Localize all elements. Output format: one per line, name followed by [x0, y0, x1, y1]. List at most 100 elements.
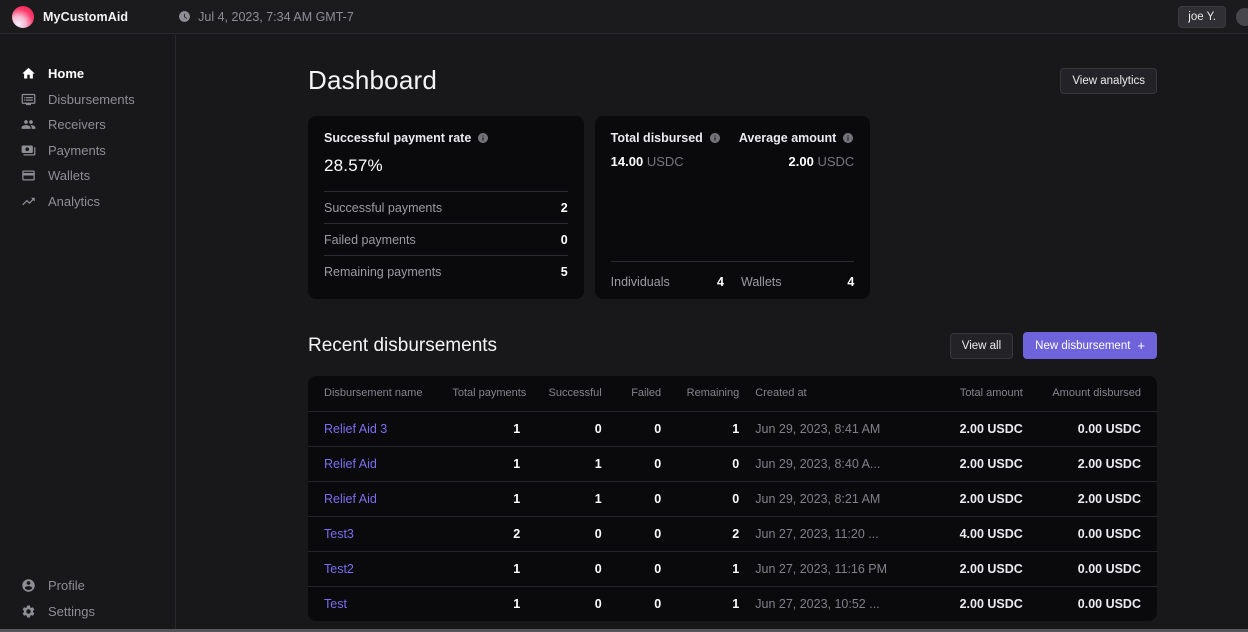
amount-unit: USDC: [647, 154, 684, 169]
clock-icon: [178, 10, 191, 23]
sidebar-item-label: Analytics: [48, 194, 100, 209]
info-icon[interactable]: [477, 132, 489, 144]
amount-number: 14.00: [611, 154, 644, 169]
disbursement-name-cell: Relief Aid: [308, 481, 452, 516]
topbar-right: joe Y.: [1178, 6, 1236, 28]
amount-disbursed-cell: 0.00 USDC: [1023, 551, 1157, 586]
col-total-amount: Total amount: [929, 376, 1022, 411]
disbursement-link[interactable]: Test3: [324, 527, 354, 541]
new-disbursement-button[interactable]: New disbursement +: [1023, 332, 1157, 359]
failed-cell: 0: [602, 481, 661, 516]
wallets-icon: [21, 168, 36, 183]
successful-cell: 1: [520, 446, 602, 481]
table-row: Relief Aid 3 1 0 0 1 Jun 29, 2023, 8:41 …: [308, 411, 1157, 446]
amount-disbursed-cell: 2.00 USDC: [1023, 446, 1157, 481]
datetime-text: Jul 4, 2023, 7:34 AM GMT-7: [198, 10, 354, 24]
home-icon: [21, 66, 36, 81]
sidebar-item-receivers[interactable]: Receivers: [0, 112, 175, 138]
total-amount-cell: 2.00 USDC: [929, 586, 1022, 621]
summary-cards: Successful payment rate 28.57% Successfu…: [308, 116, 1157, 299]
created-at-cell: Jun 29, 2023, 8:40 A...: [739, 446, 929, 481]
total-payments-cell: 1: [452, 586, 520, 621]
wallets-value: 4: [847, 275, 854, 289]
remaining-cell: 1: [661, 586, 739, 621]
created-at-cell: Jun 27, 2023, 11:20 ...: [739, 516, 929, 551]
payment-rate-card: Successful payment rate 28.57% Successfu…: [308, 116, 584, 299]
avatar[interactable]: [1236, 8, 1248, 26]
disbursement-link[interactable]: Test2: [324, 562, 354, 576]
sidebar-item-wallets[interactable]: Wallets: [0, 163, 175, 189]
sidebar-footer: Profile Settings: [0, 573, 175, 624]
average-amount-metric: Average amount 2.00 USDC: [732, 131, 854, 169]
sidebar-item-label: Settings: [48, 604, 95, 619]
stat-row-failed: Failed payments 0: [324, 223, 568, 255]
sidebar-item-home[interactable]: Home: [0, 61, 175, 87]
totals-card: Total disbursed 14.00 USDC Average am: [595, 116, 871, 299]
total-amount-cell: 2.00 USDC: [929, 446, 1022, 481]
recent-disbursements-title: Recent disbursements: [308, 335, 497, 357]
total-disbursed-metric: Total disbursed 14.00 USDC: [611, 131, 733, 169]
sidebar-item-label: Home: [48, 66, 84, 81]
plus-icon: +: [1137, 339, 1145, 352]
col-total-payments: Total payments: [452, 376, 520, 411]
table-row: Test3 2 0 0 2 Jun 27, 2023, 11:20 ... 4.…: [308, 516, 1157, 551]
sidebar-item-label: Profile: [48, 578, 85, 593]
view-all-button[interactable]: View all: [950, 333, 1013, 359]
page-title: Dashboard: [308, 65, 437, 96]
disbursement-name-cell: Relief Aid: [308, 446, 452, 481]
total-disbursed-value: 14.00 USDC: [611, 154, 733, 169]
wallets-pair: Wallets 4: [741, 275, 854, 289]
disbursement-link[interactable]: Relief Aid 3: [324, 422, 387, 436]
table-header-row: Disbursement name Total payments Success…: [308, 376, 1157, 411]
disbursement-link[interactable]: Relief Aid: [324, 492, 377, 506]
created-at-cell: Jun 29, 2023, 8:21 AM: [739, 481, 929, 516]
amount-disbursed-cell: 0.00 USDC: [1023, 586, 1157, 621]
col-successful: Successful: [520, 376, 602, 411]
disbursement-name-cell: Test2: [308, 551, 452, 586]
col-amount-disbursed: Amount disbursed: [1023, 376, 1157, 411]
failed-cell: 0: [602, 411, 661, 446]
col-created-at: Created at: [739, 376, 929, 411]
sidebar-item-disbursements[interactable]: Disbursements: [0, 87, 175, 113]
stat-value: 5: [561, 265, 568, 279]
info-icon[interactable]: [709, 132, 721, 144]
total-disbursed-title: Total disbursed: [611, 131, 703, 145]
created-at-cell: Jun 27, 2023, 11:16 PM: [739, 551, 929, 586]
amount-disbursed-cell: 0.00 USDC: [1023, 516, 1157, 551]
sidebar-item-payments[interactable]: Payments: [0, 138, 175, 164]
receivers-icon: [21, 117, 36, 132]
failed-cell: 0: [602, 586, 661, 621]
disbursement-name-cell: Relief Aid 3: [308, 411, 452, 446]
table-row: Relief Aid 1 1 0 0 Jun 29, 2023, 8:21 AM…: [308, 481, 1157, 516]
stat-label: Failed payments: [324, 233, 416, 247]
failed-cell: 0: [602, 446, 661, 481]
brand: MyCustomAid: [12, 6, 128, 28]
sidebar-item-label: Payments: [48, 143, 106, 158]
col-disbursement-name: Disbursement name: [308, 376, 452, 411]
disbursements-table: Disbursement name Total payments Success…: [308, 376, 1157, 621]
payments-icon: [21, 143, 36, 158]
sidebar-item-profile[interactable]: Profile: [0, 573, 175, 599]
recent-disbursements-header: Recent disbursements View all New disbur…: [308, 332, 1157, 359]
col-failed: Failed: [602, 376, 661, 411]
stat-value: 0: [561, 233, 568, 247]
view-analytics-button[interactable]: View analytics: [1060, 68, 1157, 94]
total-payments-cell: 1: [452, 551, 520, 586]
top-bar: MyCustomAid Jul 4, 2023, 7:34 AM GMT-7 j…: [0, 0, 1248, 34]
sidebar-item-label: Receivers: [48, 117, 106, 132]
payment-rate-title: Successful payment rate: [324, 131, 471, 145]
successful-cell: 0: [520, 516, 602, 551]
stat-value: 2: [561, 201, 568, 215]
stat-label: Successful payments: [324, 201, 442, 215]
info-icon[interactable]: [842, 132, 854, 144]
disbursement-link[interactable]: Test: [324, 597, 347, 611]
successful-cell: 0: [520, 551, 602, 586]
disbursement-link[interactable]: Relief Aid: [324, 457, 377, 471]
total-amount-cell: 2.00 USDC: [929, 411, 1022, 446]
amount-number: 2.00: [789, 154, 814, 169]
individuals-value: 4: [717, 275, 724, 289]
remaining-cell: 0: [661, 481, 739, 516]
sidebar-item-settings[interactable]: Settings: [0, 599, 175, 625]
sidebar-item-analytics[interactable]: Analytics: [0, 189, 175, 215]
user-menu-button[interactable]: joe Y.: [1178, 6, 1226, 28]
